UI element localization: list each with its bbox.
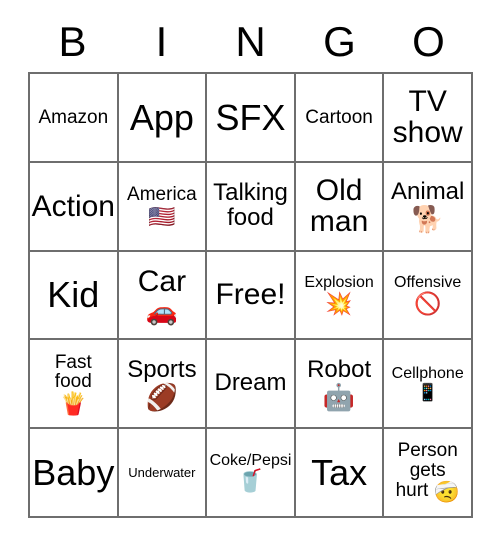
bingo-cell-r2c3[interactable]: Talking food [207,162,296,252]
bingo-cell-r2c1[interactable]: Action [30,162,119,252]
face-with-head-bandage-emoji: 🤕 [433,480,460,504]
bingo-cell-r1c4[interactable]: Cartoon [295,74,385,163]
bingo-cell-label: Offensive [394,274,462,292]
robot-emoji: 🤖 [322,381,356,412]
bingo-cell-label: Old man [309,174,369,239]
bingo-cell-r1c3[interactable]: SFX [207,74,296,163]
bingo-header-letter-g: G [323,18,356,65]
bingo-cell-r1c1[interactable]: Amazon [30,74,119,163]
american-football-emoji: 🏈 [145,381,179,412]
bingo-cell-label: Dream [214,369,287,397]
bingo-cell-label: Cellphone [391,365,464,383]
bingo-cell-label: Amazon [38,106,109,128]
bingo-cell-r4c2[interactable]: Sports 🏈 [118,340,208,430]
bingo-cell-label: Talking food [213,179,288,232]
bingo-grid: Amazon App SFX Cartoon TV show Action Am… [28,72,473,518]
bingo-header-letter-b: B [58,18,87,65]
bingo-cell-label: Cartoon [305,106,373,128]
bingo-cell-label: SFX [215,96,286,138]
bingo-cell-label: Coke/Pepsi [209,451,292,469]
bingo-cell-r4c3[interactable]: Dream [207,340,296,430]
mobile-phone-emoji: 📱 [417,383,439,403]
bingo-cell-r5c2[interactable]: Underwater [118,429,208,518]
bingo-cell-label: Car [137,264,187,298]
dog-emoji: 🐕 [411,204,444,235]
bingo-cell-label: Action [31,189,115,223]
bingo-cell-label: Robot [307,355,372,383]
bingo-card: B I N G O Amazon App SFX Cartoon TV show… [0,0,500,544]
bingo-cell-label: TV show [392,85,463,150]
bingo-cell-label: Animal [391,178,465,206]
bingo-cell-label: Tax [311,451,368,493]
bingo-cell-label: Baby [32,451,115,493]
prohibited-emoji: 🚫 [413,290,442,316]
bingo-cell-label: App [129,96,194,138]
bingo-cell-r1c2[interactable]: App [118,74,208,163]
bingo-header-letter-n: N [235,18,266,65]
bingo-cell-r3c5[interactable]: Offensive 🚫 [384,251,473,341]
french-fries-emoji: 🍟 [59,391,87,417]
bingo-cell-label: Explosion [304,274,374,292]
bingo-cell-r3c4[interactable]: Explosion 💥 [295,251,385,341]
bingo-cell-label: Fast food [54,351,92,393]
bingo-cell-r4c5[interactable]: Cellphone 📱 [384,340,473,430]
bingo-cell-r2c2[interactable]: America 🇺🇸 [118,162,208,252]
bingo-cell-free-space[interactable]: Free! [207,251,296,341]
car-emoji: 🚗 [145,296,179,327]
bingo-cell-r3c2[interactable]: Car 🚗 [118,251,208,341]
bingo-cell-label: America [127,183,197,205]
bingo-cell-label: Person gets hurt 🤕 [396,441,460,503]
cup-with-straw-emoji: 🥤 [236,468,265,494]
bingo-cell-label: Free! [215,278,286,312]
bingo-cell-r4c1[interactable]: Fast food 🍟 [30,340,119,430]
bingo-cell-label: Kid [47,274,100,316]
flag-united-states-emoji: 🇺🇸 [148,203,176,229]
bingo-cell-r5c1[interactable]: Baby [30,429,119,518]
bingo-cell-label: Underwater [128,464,196,480]
bingo-cell-label: Sports [127,355,197,383]
bingo-cell-r5c5[interactable]: Person gets hurt 🤕 [384,429,473,518]
bingo-cell-r2c4[interactable]: Old man [295,162,385,252]
bingo-header-letter-o: O [412,18,445,65]
bingo-cell-r3c1[interactable]: Kid [30,251,119,341]
bingo-cell-r1c5[interactable]: TV show [384,74,473,163]
bingo-cell-r5c3[interactable]: Coke/Pepsi 🥤 [207,429,296,518]
bingo-header-letter-i: I [155,18,168,65]
bingo-cell-r2c5[interactable]: Animal 🐕 [384,162,473,252]
bingo-header-row: B I N G O [28,14,473,70]
bingo-cell-r4c4[interactable]: Robot 🤖 [295,340,385,430]
bingo-cell-r5c4[interactable]: Tax [295,429,385,518]
explosion-emoji: 💥 [325,290,353,316]
